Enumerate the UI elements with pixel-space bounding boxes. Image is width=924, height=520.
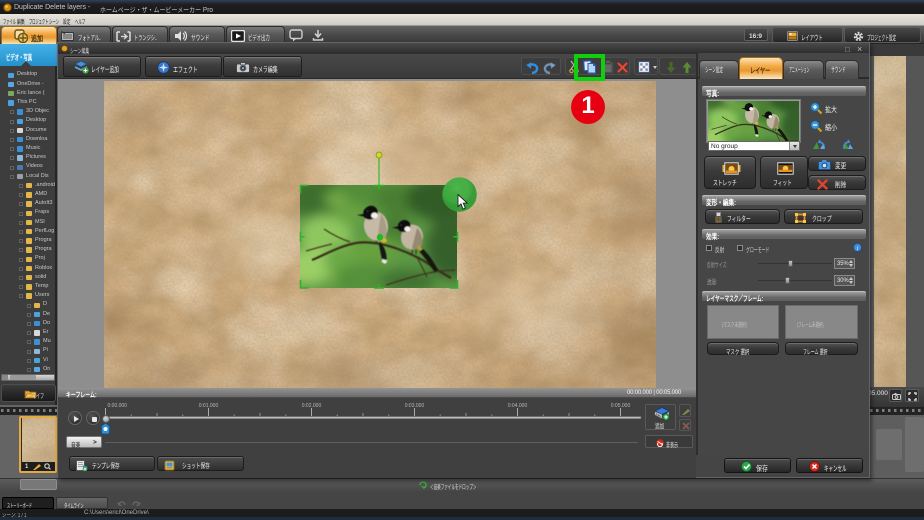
svg-text:0:00.000: 0:00.000 <box>108 403 128 409</box>
svg-text:i: i <box>857 245 859 252</box>
